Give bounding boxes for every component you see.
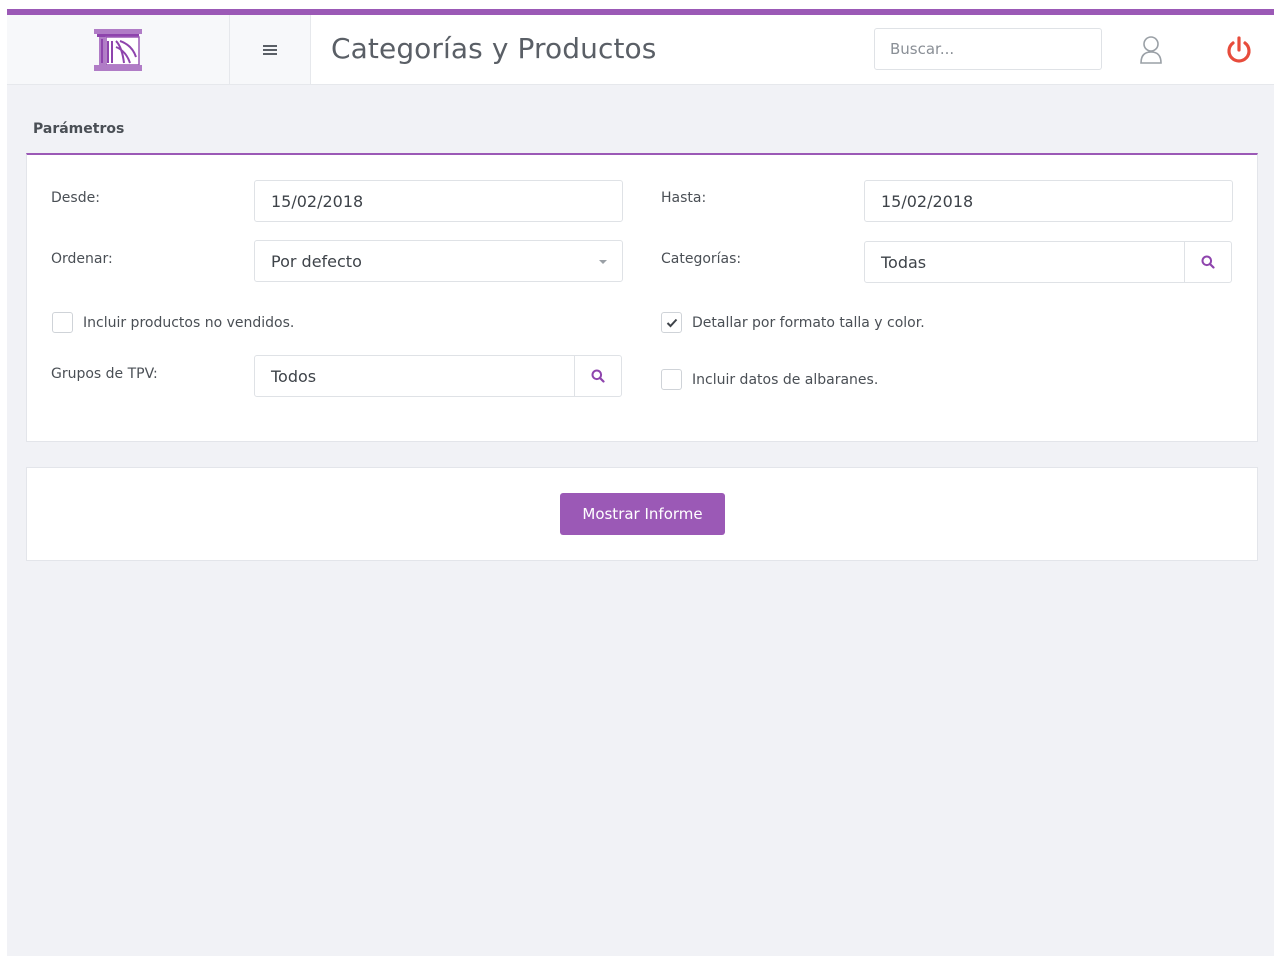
content-area: Parámetros Desde: 15/02/2018 Hasta: 15/0…	[7, 85, 1274, 956]
grupos-tpv-value: Todos	[271, 366, 317, 386]
hasta-label: Hasta:	[661, 190, 707, 206]
incluir-albaranes-label: Incluir datos de albaranes.	[692, 371, 879, 388]
chevron-down-icon	[599, 260, 607, 264]
search-input[interactable]	[874, 28, 1102, 70]
header: Categorías y Productos	[7, 15, 1274, 85]
desde-date-input[interactable]: 15/02/2018	[254, 180, 623, 222]
search-icon	[1201, 255, 1215, 269]
hamburger-icon	[263, 44, 277, 55]
ordenar-label: Ordenar:	[51, 251, 113, 267]
incluir-no-vendidos-label: Incluir productos no vendidos.	[83, 314, 295, 331]
grupos-tpv-input[interactable]: Todos	[255, 356, 574, 396]
search-icon	[591, 369, 605, 383]
page-title: Categorías y Productos	[331, 32, 657, 65]
categorias-search-button[interactable]	[1184, 242, 1231, 282]
checkbox-unchecked	[661, 369, 682, 390]
user-icon[interactable]	[1139, 35, 1163, 65]
grupos-tpv-label: Grupos de TPV:	[51, 366, 158, 382]
hasta-date-input[interactable]: 15/02/2018	[864, 180, 1233, 222]
ordenar-value: Por defecto	[271, 251, 362, 271]
detallar-formato-checkbox[interactable]: Detallar por formato talla y color.	[661, 312, 925, 333]
hasta-value: 15/02/2018	[881, 191, 974, 211]
categorias-input[interactable]: Todas	[865, 242, 1184, 282]
action-panel: Mostrar Informe	[26, 467, 1258, 561]
ordenar-select[interactable]: Por defecto	[254, 240, 623, 282]
parameters-panel: Desde: 15/02/2018 Hasta: 15/02/2018 Orde…	[26, 153, 1258, 442]
categorias-field: Todas	[864, 241, 1232, 283]
menu-toggle-button[interactable]	[230, 15, 311, 84]
detallar-formato-label: Detallar por formato talla y color.	[692, 314, 925, 331]
grupos-tpv-field: Todos	[254, 355, 622, 397]
desde-value: 15/02/2018	[271, 191, 364, 211]
checkbox-unchecked	[52, 312, 73, 333]
column-building-logo-icon	[94, 28, 142, 71]
incluir-albaranes-checkbox[interactable]: Incluir datos de albaranes.	[661, 369, 878, 390]
show-report-button[interactable]: Mostrar Informe	[560, 493, 725, 535]
desde-label: Desde:	[51, 190, 100, 206]
logo[interactable]	[7, 15, 230, 84]
grupos-tpv-search-button[interactable]	[574, 356, 621, 396]
section-title: Parámetros	[33, 121, 125, 137]
checkbox-checked	[661, 312, 682, 333]
checkmark-icon	[666, 318, 677, 327]
power-icon[interactable]	[1225, 35, 1253, 65]
categorias-label: Categorías:	[661, 251, 742, 267]
categorias-value: Todas	[881, 252, 927, 272]
incluir-no-vendidos-checkbox[interactable]: Incluir productos no vendidos.	[52, 312, 294, 333]
